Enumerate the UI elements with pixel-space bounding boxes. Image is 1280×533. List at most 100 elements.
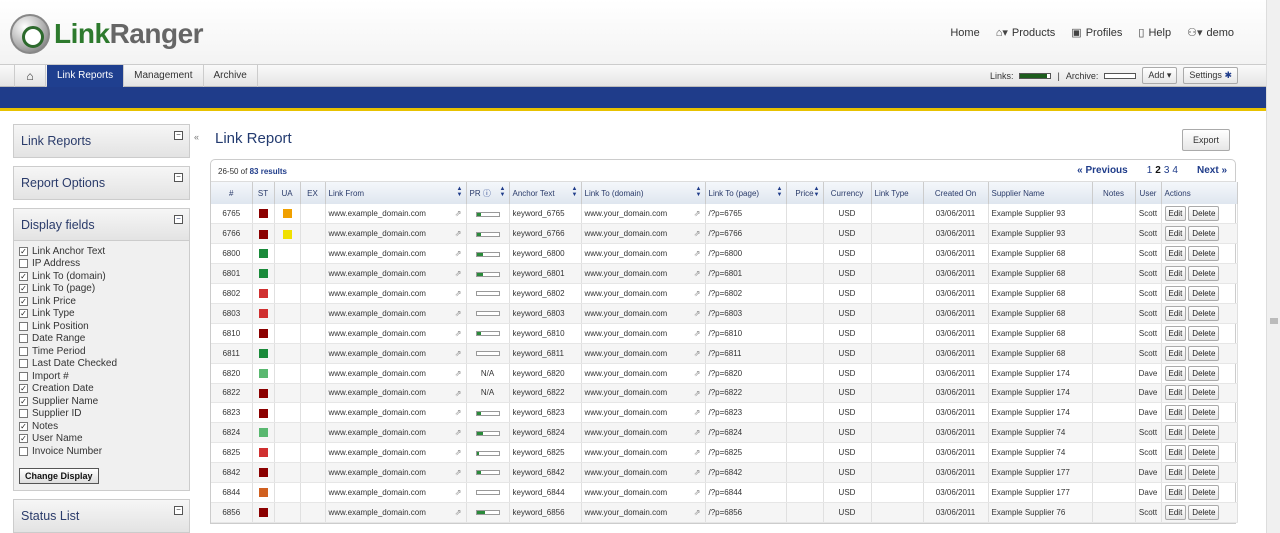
column-header-[interactable]: # <box>211 182 253 204</box>
edit-button[interactable]: Edit <box>1164 484 1187 500</box>
external-link-icon[interactable]: ⇗ <box>455 428 462 437</box>
checkbox[interactable] <box>19 409 28 419</box>
export-button[interactable]: Export <box>1181 129 1230 151</box>
delete-button[interactable]: Delete <box>1188 405 1220 421</box>
external-link-icon[interactable]: ⇗ <box>455 349 462 358</box>
external-link-icon[interactable]: ⇗ <box>455 389 462 398</box>
edit-button[interactable]: Edit <box>1164 385 1187 401</box>
external-link-icon[interactable]: ⇗ <box>694 428 701 437</box>
external-link-icon[interactable]: ⇗ <box>694 369 701 378</box>
delete-button[interactable]: Delete <box>1188 425 1220 441</box>
external-link-icon[interactable]: ⇗ <box>694 448 701 457</box>
sort-arrows-icon[interactable]: ▲ ▼ <box>572 186 578 198</box>
edit-button[interactable]: Edit <box>1164 226 1187 242</box>
field-option-link-to-domain[interactable]: ✓ Link To (domain) <box>19 270 189 283</box>
home-icon[interactable]: ⌂ <box>14 65 46 87</box>
delete-button[interactable]: Delete <box>1188 246 1220 262</box>
panel-link-reports[interactable]: Link Reports − <box>13 124 190 158</box>
column-header-st[interactable]: ST <box>252 182 275 204</box>
field-option-supplier-name[interactable]: ✓ Supplier Name <box>19 395 189 408</box>
collapse-sidebar-icon[interactable]: « <box>194 132 199 142</box>
external-link-icon[interactable]: ⇗ <box>694 508 701 517</box>
edit-button[interactable]: Edit <box>1164 345 1187 361</box>
field-option-link-price[interactable]: ✓ Link Price <box>19 295 189 308</box>
checkbox[interactable]: ✓ <box>19 384 28 394</box>
checkbox[interactable]: ✓ <box>19 284 28 294</box>
tab-archive[interactable]: Archive <box>204 65 258 87</box>
checkbox[interactable]: ✓ <box>19 309 28 319</box>
top-link-profiles[interactable]: ▣ Profiles <box>1071 26 1122 40</box>
external-link-icon[interactable]: ⇗ <box>694 349 701 358</box>
delete-button[interactable]: Delete <box>1188 206 1220 222</box>
next-page-link[interactable]: Next » <box>1197 165 1227 176</box>
previous-page-link[interactable]: « Previous <box>1077 165 1128 176</box>
column-header-actions[interactable]: Actions <box>1161 182 1238 204</box>
delete-button[interactable]: Delete <box>1188 484 1220 500</box>
edit-button[interactable]: Edit <box>1164 206 1187 222</box>
external-link-icon[interactable]: ⇗ <box>455 408 462 417</box>
delete-button[interactable]: Delete <box>1188 305 1220 321</box>
help-circle-icon[interactable]: ⓘ <box>481 189 491 198</box>
edit-button[interactable]: Edit <box>1164 325 1187 341</box>
tab-management[interactable]: Management <box>124 65 204 87</box>
add-button[interactable]: Add ▾ <box>1142 67 1178 84</box>
page-number-2[interactable]: 2 <box>1155 165 1161 176</box>
column-header-pr[interactable]: PR ⓘ ▲ ▼ <box>466 182 510 204</box>
external-link-icon[interactable]: ⇗ <box>455 369 462 378</box>
external-link-icon[interactable]: ⇗ <box>694 488 701 497</box>
checkbox[interactable]: ✓ <box>19 246 28 256</box>
checkbox[interactable] <box>19 359 28 369</box>
external-link-icon[interactable]: ⇗ <box>455 448 462 457</box>
external-link-icon[interactable]: ⇗ <box>694 389 701 398</box>
checkbox[interactable] <box>19 346 28 356</box>
edit-button[interactable]: Edit <box>1164 286 1187 301</box>
top-link-help[interactable]: ▯ Help <box>1138 26 1171 40</box>
external-link-icon[interactable]: ⇗ <box>455 289 462 298</box>
sort-arrows-icon[interactable]: ▲ ▼ <box>500 186 506 198</box>
page-number-3[interactable]: 3 <box>1164 165 1170 176</box>
external-link-icon[interactable]: ⇗ <box>455 329 462 338</box>
edit-button[interactable]: Edit <box>1164 425 1187 441</box>
top-link-demo[interactable]: ⚇▾ demo <box>1187 26 1234 40</box>
edit-button[interactable]: Edit <box>1164 305 1187 321</box>
external-link-icon[interactable]: ⇗ <box>455 249 462 258</box>
field-option-creation-date[interactable]: ✓ Creation Date <box>19 383 189 396</box>
sort-arrows-icon[interactable]: ▲ ▼ <box>457 186 463 198</box>
top-link-home[interactable]: Home <box>950 26 979 39</box>
field-option-import[interactable]: Import # <box>19 370 189 383</box>
page-number-4[interactable]: 4 <box>1172 165 1178 176</box>
delete-button[interactable]: Delete <box>1188 325 1220 341</box>
checkbox[interactable]: ✓ <box>19 296 28 306</box>
checkbox[interactable] <box>19 371 28 381</box>
column-header-link-type[interactable]: Link Type <box>871 182 924 204</box>
scrollbar-thumb[interactable] <box>1270 318 1278 324</box>
field-option-user-name[interactable]: ✓ User Name <box>19 433 189 446</box>
delete-button[interactable]: Delete <box>1188 286 1220 301</box>
external-link-icon[interactable]: ⇗ <box>694 249 701 258</box>
page-scrollbar[interactable] <box>1266 0 1280 533</box>
field-option-link-anchor-text[interactable]: ✓ Link Anchor Text <box>19 245 189 258</box>
settings-button[interactable]: Settings ✱ <box>1183 67 1238 84</box>
field-option-supplier-id[interactable]: Supplier ID <box>19 408 189 421</box>
panel-report-options[interactable]: Report Options − <box>13 166 190 200</box>
external-link-icon[interactable]: ⇗ <box>455 309 462 318</box>
checkbox[interactable]: ✓ <box>19 271 28 281</box>
field-option-link-to-page[interactable]: ✓ Link To (page) <box>19 283 189 296</box>
edit-button[interactable]: Edit <box>1164 465 1187 481</box>
delete-button[interactable]: Delete <box>1188 365 1220 381</box>
collapse-icon[interactable]: − <box>174 215 183 224</box>
tab-link-reports[interactable]: Link Reports <box>47 65 125 87</box>
checkbox[interactable] <box>19 259 28 269</box>
delete-button[interactable]: Delete <box>1188 465 1220 481</box>
column-header-link-to-domain[interactable]: Link To (domain) ▲ ▼ <box>581 182 706 204</box>
delete-button[interactable]: Delete <box>1188 266 1220 282</box>
checkbox[interactable] <box>19 321 28 331</box>
external-link-icon[interactable]: ⇗ <box>694 468 701 477</box>
edit-button[interactable]: Edit <box>1164 246 1187 262</box>
field-option-date-range[interactable]: Date Range <box>19 333 189 346</box>
external-link-icon[interactable]: ⇗ <box>694 408 701 417</box>
external-link-icon[interactable]: ⇗ <box>694 329 701 338</box>
external-link-icon[interactable]: ⇗ <box>694 309 701 318</box>
field-option-ip-address[interactable]: IP Address <box>19 258 189 271</box>
sort-arrows-icon[interactable]: ▲ ▼ <box>814 186 820 198</box>
